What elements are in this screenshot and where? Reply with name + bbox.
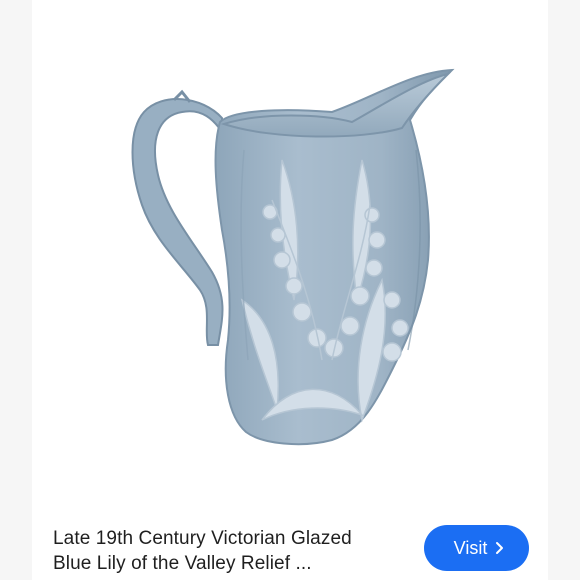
product-image[interactable] bbox=[32, 0, 548, 510]
pitcher-handle bbox=[131, 98, 224, 346]
chevron-right-icon bbox=[496, 542, 504, 554]
result-frame: Late 19th Century Victorian Glazed Blue … bbox=[0, 0, 580, 580]
pitcher-illustration bbox=[131, 68, 455, 446]
visit-button-label: Visit bbox=[453, 537, 488, 558]
product-title-line-1[interactable]: Late 19th Century Victorian Glazed bbox=[53, 526, 413, 551]
product-card[interactable]: Late 19th Century Victorian Glazed Blue … bbox=[32, 0, 548, 580]
product-title[interactable]: Late 19th Century Victorian Glazed Blue … bbox=[53, 526, 413, 576]
result-footer: Late 19th Century Victorian Glazed Blue … bbox=[32, 512, 548, 580]
visit-button[interactable]: Visit bbox=[424, 525, 529, 571]
product-title-line-2[interactable]: Blue Lily of the Valley Relief ... bbox=[53, 551, 413, 576]
